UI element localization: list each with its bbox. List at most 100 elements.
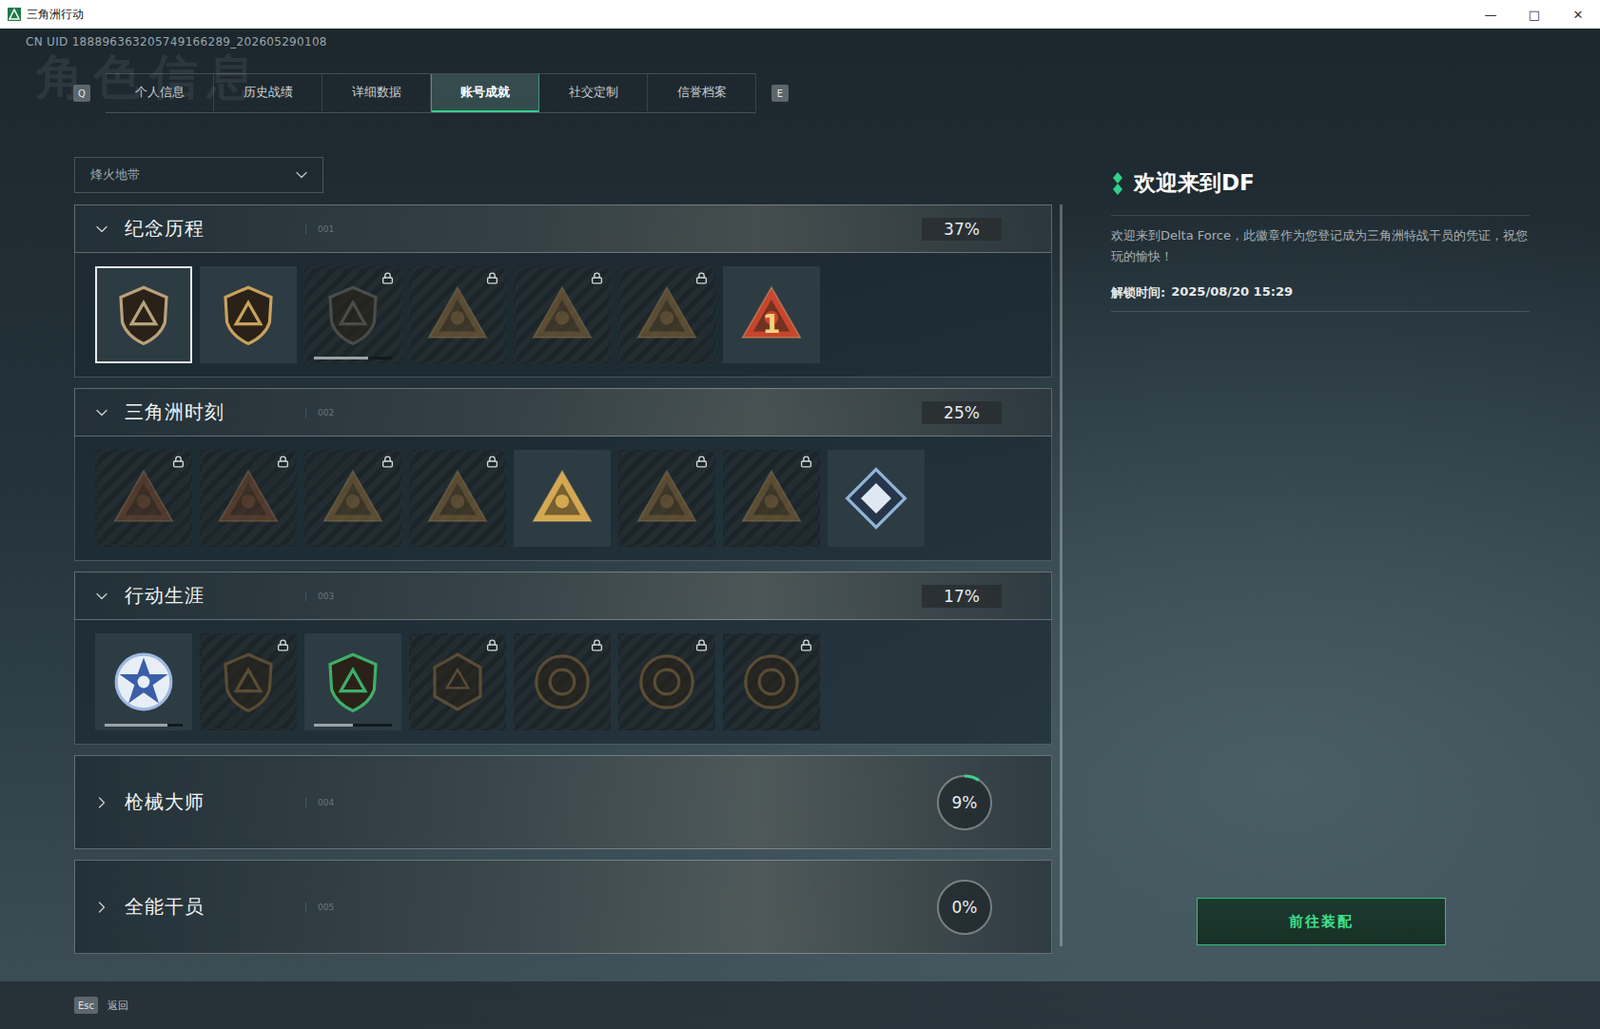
badge-progress	[104, 723, 183, 727]
window-control-button[interactable]: —	[1468, 0, 1513, 29]
lock-icon	[172, 455, 185, 469]
window-control-button[interactable]: □	[1512, 0, 1557, 29]
detail-description: 欢迎来到Delta Force，此徽章作为您登记成为三角洲特战干员的凭证，祝您玩…	[1111, 214, 1530, 268]
section-header[interactable]: 全能干员0050%	[74, 859, 1053, 955]
game-window: 三角洲行动—□✕ 角色信息CN UID 188896363205749166289…	[0, 0, 1600, 1029]
circle-badge-icon	[628, 643, 705, 721]
badge-cell[interactable]	[304, 266, 402, 364]
chevron-down-icon	[92, 219, 112, 239]
section-title: 三角洲时刻	[124, 399, 306, 426]
triangle-badge-icon	[105, 460, 182, 537]
uid-text: CN UID 188896363205749166289_20260529010…	[0, 28, 1600, 50]
tab[interactable]: 信誉档案	[647, 74, 757, 113]
section-title: 枪械大师	[124, 789, 306, 816]
mode-dropdown[interactable]: 烽火地带	[74, 156, 324, 194]
section-header[interactable]: 枪械大师004 9%	[74, 755, 1053, 850]
lock-icon	[590, 639, 604, 652]
badge-cell[interactable]	[409, 633, 507, 731]
section-header[interactable]: 纪念历程00137%	[74, 204, 1053, 254]
badge-cell[interactable]	[513, 633, 611, 731]
shield-badge-icon	[314, 276, 391, 353]
lock-icon	[800, 639, 813, 652]
achievement-section: 三角洲时刻00225%	[74, 388, 1053, 562]
dropdown-arrow-icon	[292, 165, 312, 185]
triangle-badge-icon: 1	[733, 276, 810, 353]
badge-cell[interactable]	[618, 633, 716, 731]
badge-cell[interactable]	[513, 266, 611, 364]
section-title: 行动生涯	[124, 583, 306, 609]
triangle-badge-icon	[314, 460, 391, 537]
triangle-badge-icon	[210, 460, 287, 537]
badge-cell[interactable]	[827, 449, 925, 547]
badge-cell[interactable]	[409, 266, 507, 364]
section-percent: 17%	[921, 585, 1002, 608]
badge-row: 1	[74, 253, 1053, 378]
badge-cell[interactable]	[304, 633, 402, 731]
badge-cell[interactable]: 1	[722, 266, 820, 364]
section-code: 002	[305, 408, 922, 418]
badge-cell[interactable]	[618, 266, 716, 364]
badge-cell[interactable]	[722, 449, 820, 547]
section-code: 004	[305, 798, 936, 808]
triangle-badge-icon	[733, 460, 810, 537]
esc-key[interactable]: Esc	[74, 996, 98, 1015]
badge-cell[interactable]	[618, 449, 716, 547]
achievement-section: 行动生涯00317%	[74, 571, 1053, 745]
badge-cell[interactable]	[199, 449, 297, 547]
progress-ring: 0%	[935, 878, 995, 937]
back-label[interactable]: 返回	[107, 998, 129, 1014]
hex-badge-icon	[419, 643, 496, 721]
badge-cell[interactable]	[95, 266, 193, 364]
title-bar: 三角洲行动—□✕	[0, 0, 1600, 29]
tab[interactable]: 个人信息	[105, 74, 215, 113]
lock-icon	[486, 639, 499, 652]
section-percent: 9%	[952, 793, 978, 813]
achievement-section: 枪械大师004 9%	[74, 755, 1053, 850]
lock-icon	[381, 455, 394, 469]
section-code: 003	[305, 591, 922, 602]
achievement-section: 全能干员0050%	[74, 859, 1053, 955]
badge-cell[interactable]	[199, 266, 297, 364]
scrollbar[interactable]	[1059, 204, 1063, 947]
badge-cell[interactable]	[95, 449, 193, 547]
star-badge-icon	[105, 643, 182, 721]
badge-cell[interactable]	[409, 449, 507, 547]
section-header[interactable]: 行动生涯00317%	[74, 571, 1053, 621]
badge-progress	[313, 723, 392, 727]
lock-icon	[486, 272, 499, 285]
window-control-button[interactable]: ✕	[1556, 0, 1600, 29]
triangle-badge-icon	[419, 460, 496, 537]
equip-button[interactable]: 前往装配	[1196, 897, 1446, 946]
triangle-badge-icon	[628, 276, 705, 353]
chevron-down-icon	[92, 586, 112, 606]
badge-cell[interactable]	[304, 449, 402, 547]
page-watermark: 角色信息	[36, 45, 265, 110]
diamond-badge-icon	[838, 460, 915, 537]
unlock-time: 解锁时间:2025/08/20 15:29	[1111, 284, 1530, 313]
lock-icon	[276, 639, 290, 652]
section-header[interactable]: 三角洲时刻00225%	[74, 388, 1053, 437]
section-title: 纪念历程	[124, 215, 306, 242]
shield-badge-icon	[210, 643, 287, 721]
section-code: 005	[305, 902, 936, 913]
lock-icon	[486, 455, 499, 469]
badge-cell[interactable]	[722, 633, 820, 731]
prev-tab-key[interactable]: Q	[73, 84, 91, 102]
section-percent: 25%	[921, 401, 1002, 425]
detail-panel: 欢迎来到DF欢迎来到Delta Force，此徽章作为您登记成为三角洲特战干员的…	[1111, 156, 1530, 982]
tab[interactable]: 详细数据	[322, 74, 431, 113]
svg-text:1: 1	[762, 309, 781, 339]
circle-badge-icon	[733, 643, 810, 721]
tab[interactable]: 账号成就	[430, 74, 540, 113]
tab[interactable]: 社交定制	[539, 74, 648, 113]
progress-ring: 9%	[935, 773, 995, 833]
tab[interactable]: 历史战绩	[214, 74, 323, 113]
diamond-icon	[1111, 172, 1125, 196]
triangle-badge-icon	[419, 276, 496, 353]
section-code: 001	[305, 224, 922, 235]
shield-badge-icon	[210, 276, 287, 353]
badge-cell[interactable]	[95, 633, 193, 731]
badge-cell[interactable]	[513, 449, 611, 547]
badge-cell[interactable]	[199, 633, 297, 731]
next-tab-key[interactable]: E	[771, 84, 789, 102]
